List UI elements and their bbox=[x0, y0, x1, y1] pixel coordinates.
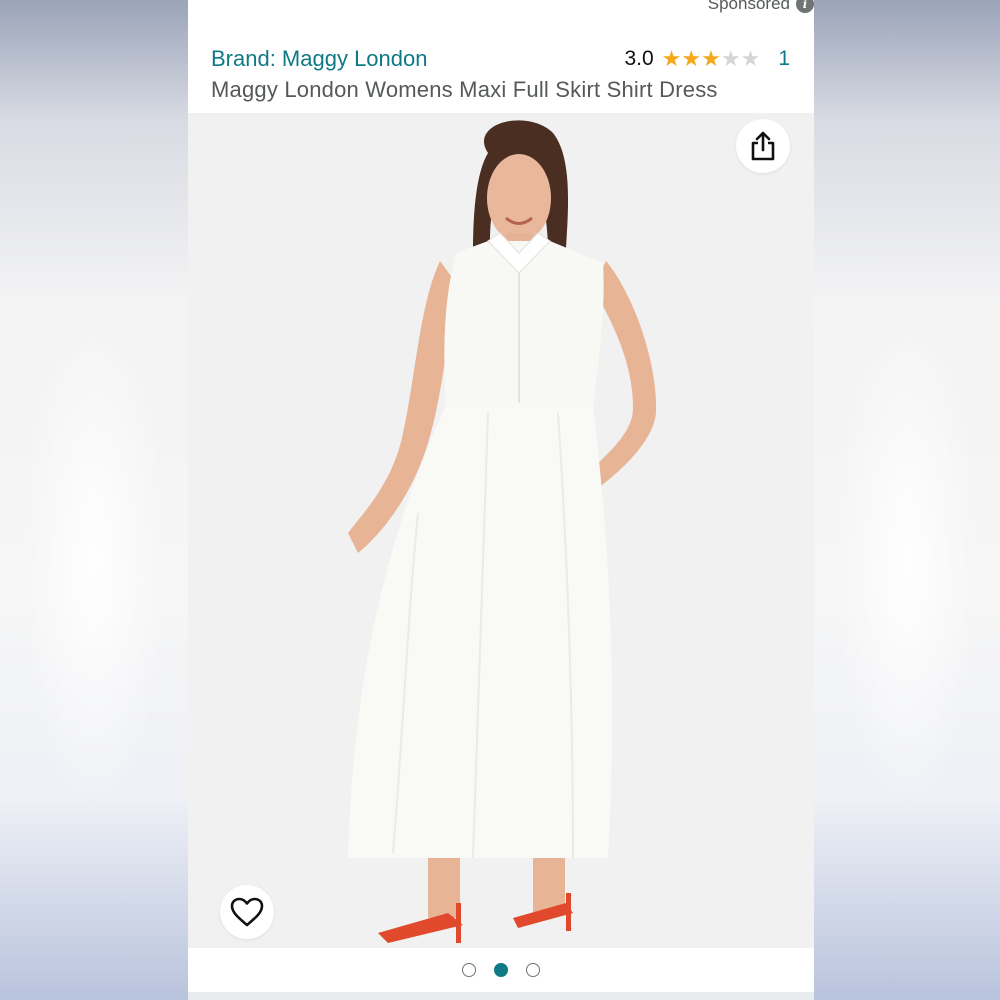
product-card: Sponsored i Brand: Maggy London 3.0 ★ ★ … bbox=[188, 0, 814, 1000]
info-icon[interactable]: i bbox=[796, 0, 814, 13]
carousel-dot-active[interactable] bbox=[494, 963, 508, 977]
share-button[interactable] bbox=[736, 119, 790, 173]
rating-value: 3.0 bbox=[624, 47, 654, 70]
sponsored-text: Sponsored bbox=[707, 0, 790, 13]
star-empty-icon: ★ bbox=[720, 46, 741, 71]
share-icon bbox=[751, 131, 775, 161]
star-rating: ★ ★ ★ ★ ★ bbox=[662, 48, 761, 70]
product-header: Brand: Maggy London 3.0 ★ ★ ★ ★ ★ 1 bbox=[211, 44, 790, 74]
blurred-backdrop-right bbox=[814, 0, 1000, 1000]
carousel-dot[interactable] bbox=[526, 963, 540, 977]
carousel-indicator bbox=[188, 948, 814, 992]
wishlist-button[interactable] bbox=[220, 885, 274, 939]
product-title[interactable]: Maggy London Womens Maxi Full Skirt Shir… bbox=[211, 77, 718, 103]
blurred-backdrop-left bbox=[0, 0, 188, 1000]
star-icon: ★ bbox=[681, 46, 702, 71]
star-icon: ★ bbox=[661, 46, 682, 71]
product-image[interactable] bbox=[188, 113, 814, 948]
product-photo bbox=[348, 120, 657, 943]
sponsored-label[interactable]: Sponsored i bbox=[708, 0, 814, 14]
star-empty-icon: ★ bbox=[740, 46, 761, 71]
rating-count[interactable]: 1 bbox=[778, 47, 790, 71]
brand-link[interactable]: Brand: Maggy London bbox=[211, 46, 428, 72]
star-icon: ★ bbox=[701, 46, 721, 71]
rating[interactable]: 3.0 ★ ★ ★ ★ ★ 1 bbox=[624, 47, 790, 71]
heart-icon bbox=[230, 897, 264, 927]
divider bbox=[188, 992, 814, 1000]
carousel-dot[interactable] bbox=[462, 963, 476, 977]
